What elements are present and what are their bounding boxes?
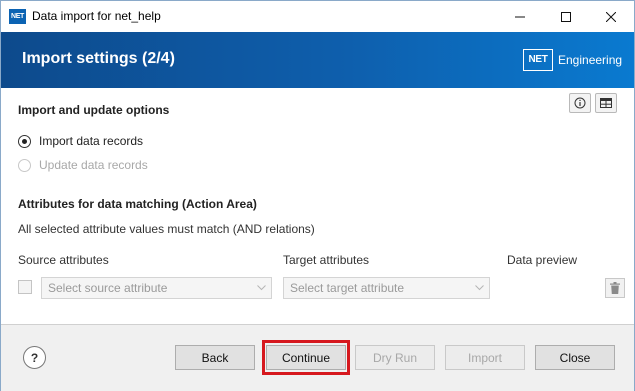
target-attributes-header: Target attributes (283, 253, 370, 267)
row-select-checkbox[interactable] (18, 280, 32, 294)
target-attribute-select[interactable]: Select target attribute (283, 277, 490, 299)
title-bar: NET Data import for net_help (1, 1, 634, 32)
help-icon: ? (30, 350, 39, 365)
brand-logo-text: Engineering (558, 53, 623, 67)
source-attribute-placeholder: Select source attribute (48, 281, 168, 295)
maximize-icon (561, 11, 571, 22)
radio-button-disabled[interactable] (18, 158, 31, 172)
minimize-icon (515, 16, 525, 17)
minimize-button[interactable] (497, 1, 543, 32)
radio-import-data-records[interactable]: Import data records (18, 134, 143, 148)
maximize-button[interactable] (543, 1, 589, 32)
back-button[interactable]: Back (175, 345, 255, 370)
import-options-heading: Import and update options (18, 103, 170, 117)
close-window-button[interactable] (588, 1, 634, 32)
page-title: Import settings (2/4) (22, 50, 175, 67)
target-attribute-placeholder: Select target attribute (290, 281, 405, 295)
close-icon (606, 11, 616, 22)
brand-logo-box: NET (523, 49, 553, 71)
info-button[interactable] (569, 93, 591, 113)
header-banner: Import settings (2/4) NET Engineering (1, 32, 634, 88)
chevron-down-icon (257, 278, 266, 298)
import-button[interactable]: Import (445, 345, 525, 370)
import-dialog-window: NET Data import for net_help Import sett… (0, 0, 635, 391)
radio-update-data-records[interactable]: Update data records (18, 158, 148, 172)
continue-button[interactable]: Continue (266, 345, 346, 370)
radio-label: Import data records (39, 134, 144, 148)
dry-run-button[interactable]: Dry Run (355, 345, 435, 370)
close-button[interactable]: Close (535, 345, 615, 370)
table-icon (600, 98, 612, 108)
app-logo-icon: NET (9, 9, 26, 24)
radio-label: Update data records (39, 158, 148, 172)
radio-button-selected[interactable] (18, 134, 31, 148)
data-preview-header: Data preview (507, 253, 578, 267)
source-attributes-header: Source attributes (18, 253, 109, 267)
source-attribute-select[interactable]: Select source attribute (41, 277, 272, 299)
window-title: Data import for net_help (32, 9, 161, 23)
brand-logo: NET Engineering (523, 47, 622, 73)
table-view-button[interactable] (595, 93, 617, 113)
chevron-down-icon (475, 278, 484, 298)
trash-icon (610, 282, 620, 294)
info-icon (574, 97, 586, 109)
matching-description: All selected attribute values must match… (18, 222, 315, 236)
matching-heading: Attributes for data matching (Action Are… (18, 197, 257, 211)
delete-row-button[interactable] (605, 278, 625, 298)
help-button[interactable]: ? (23, 346, 46, 369)
